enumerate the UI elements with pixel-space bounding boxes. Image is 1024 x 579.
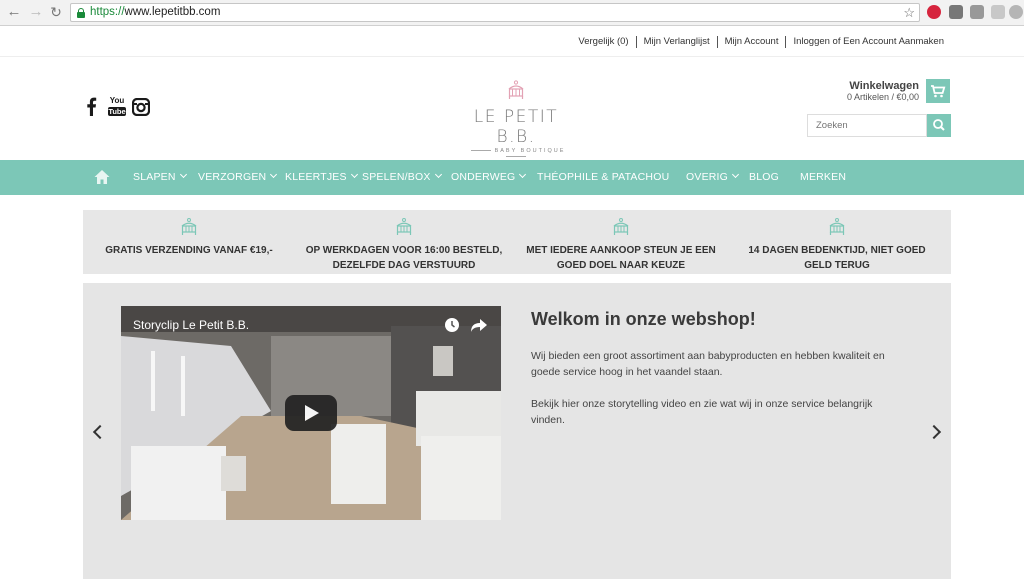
url-text: https://www.lepetitbb.com [90, 6, 221, 18]
search-input[interactable] [807, 114, 927, 137]
usp-item: OP WERKDAGEN VOOR 16:00 BESTELD, DEZELFDE… [298, 218, 510, 273]
youtube-icon[interactable]: You Tube [108, 97, 126, 117]
extension-icon[interactable] [970, 5, 984, 19]
site-logo[interactable]: LE PETIT B.B. BABY BOUTIQUE [455, 80, 577, 160]
bookmark-star-icon[interactable]: ☆ [903, 5, 915, 21]
usp-item: GRATIS VERZENDING VANAF €19,- [83, 218, 295, 258]
address-bar[interactable]: https://www.lepetitbb.com ☆ [70, 3, 920, 22]
back-icon[interactable]: ← [6, 4, 22, 20]
hero-slider: Storyclip Le Petit B.B. Welkom in onze w… [83, 283, 951, 579]
nav-item-theophile-patachou[interactable]: THÉOPHILE & PATACHOU [537, 171, 669, 183]
chevron-down-icon [179, 170, 187, 179]
crib-icon [396, 218, 412, 235]
usp-text: OP WERKDAGEN VOOR 16:00 BESTELD, [305, 245, 503, 256]
facebook-icon[interactable] [86, 97, 97, 121]
nav-item-spelen-box[interactable]: SPELEN/BOX [362, 170, 442, 183]
nav-item-kleertjes[interactable]: KLEERTJES [285, 170, 358, 183]
usp-item: MET IEDERE AANKOOP STEUN JE EEN GOED DOEL… [515, 218, 727, 273]
logo-name: LE PETIT B.B. [473, 107, 559, 147]
chevron-left-icon[interactable] [92, 424, 108, 440]
usp-text: MET IEDERE AANKOOP STEUN JE EEN [526, 245, 716, 256]
chevron-down-icon [270, 170, 278, 179]
nav-item-verzorgen[interactable]: VERZORGEN [198, 170, 278, 183]
chevron-down-icon [434, 170, 442, 179]
usp-text: GRATIS VERZENDING VANAF €19,- [105, 245, 273, 256]
chevron-down-icon [350, 170, 358, 179]
lock-icon [77, 8, 85, 18]
nav-item-onderweg[interactable]: ONDERWEG [451, 170, 527, 183]
nav-item-merken[interactable]: MERKEN [800, 171, 846, 183]
crib-icon [829, 218, 845, 235]
extension-icon[interactable] [949, 5, 963, 19]
browser-toolbar: ← → ↻ https://www.lepetitbb.com ☆ [0, 0, 1024, 26]
crib-icon [181, 218, 197, 235]
home-icon[interactable] [94, 169, 110, 185]
cart-summary: 0 Artikelen / €0,00 [846, 92, 919, 102]
cart-title: Winkelwagen [849, 80, 919, 92]
skype-extension-icon[interactable] [1009, 5, 1023, 19]
video-title: Storyclip Le Petit B.B. [133, 318, 250, 332]
reload-icon[interactable]: ↻ [48, 4, 64, 20]
cloud-extension-icon[interactable] [991, 5, 1005, 19]
pinterest-extension-icon[interactable] [927, 5, 941, 19]
logo-subtitle: BABY BOUTIQUE [455, 148, 577, 160]
welcome-heading: Welkom in onze webshop! [531, 309, 756, 329]
play-button[interactable] [285, 395, 337, 431]
search-icon [933, 119, 945, 131]
cart-icon [931, 85, 946, 98]
logo-bed-icon [508, 80, 524, 99]
clock-icon[interactable] [444, 317, 460, 333]
video-paragraph: Bekijk hier onze storytelling video en z… [531, 398, 873, 426]
main-navigation: SLAPEN VERZORGEN KLEERTJES SPELEN/BOX ON… [0, 160, 1024, 195]
nav-item-overig[interactable]: OVERIG [686, 170, 740, 183]
instagram-icon[interactable] [131, 97, 151, 121]
nav-item-slapen[interactable]: SLAPEN [133, 170, 187, 183]
chevron-right-icon[interactable] [926, 424, 942, 440]
share-icon[interactable] [470, 317, 488, 333]
forward-icon[interactable]: → [28, 4, 44, 20]
crib-icon [613, 218, 629, 235]
nav-item-blog[interactable]: BLOG [749, 171, 779, 183]
login-link[interactable]: Inloggen of Een Account Aanmaken [785, 36, 951, 48]
chevron-down-icon [519, 170, 527, 179]
usp-text: 14 DAGEN BEDENKTIJD, NIET GOED [748, 245, 926, 256]
chevron-down-icon [732, 170, 740, 179]
video-player[interactable]: Storyclip Le Petit B.B. [121, 306, 501, 520]
search-button[interactable] [927, 114, 951, 137]
usp-bar: GRATIS VERZENDING VANAF €19,- OP WERKDAG… [83, 210, 951, 274]
divider [0, 56, 1024, 57]
intro-paragraph: Wij bieden een groot assortiment aan bab… [531, 350, 885, 378]
compare-link[interactable]: Vergelijk (0) [571, 36, 635, 48]
account-link[interactable]: Mijn Account [716, 36, 786, 48]
cart-widget[interactable]: Winkelwagen 0 Artikelen / €0,00 [802, 79, 950, 103]
top-links: Vergelijk (0) Mijn Verlanglijst Mijn Acc… [571, 36, 951, 48]
usp-item: 14 DAGEN BEDENKTIJD, NIET GOED GELD TERUG [731, 218, 943, 273]
wishlist-link[interactable]: Mijn Verlanglijst [635, 36, 717, 48]
cart-button[interactable] [926, 79, 950, 103]
